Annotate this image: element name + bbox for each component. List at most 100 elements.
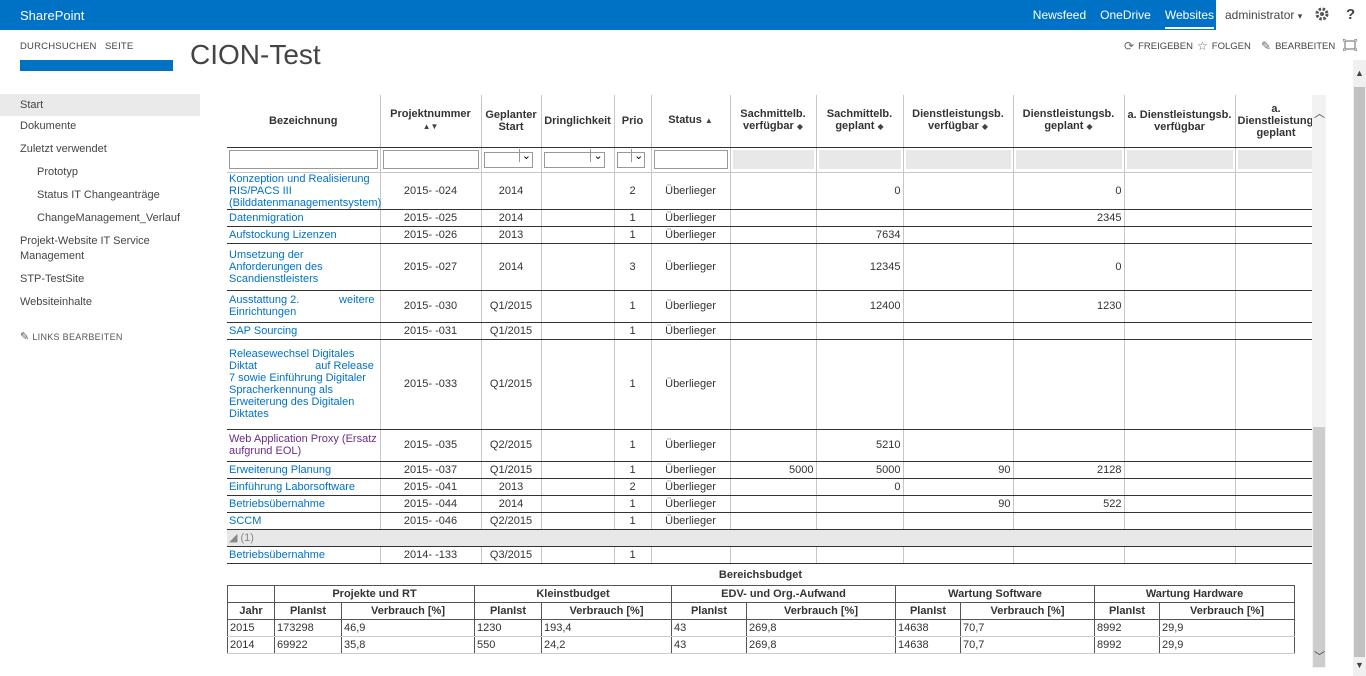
cell-dv	[903, 243, 1014, 291]
nav-item-dokumente[interactable]: Dokumente	[0, 119, 200, 134]
empty-cell	[541, 512, 615, 530]
item-title-link[interactable]: Betriebsübernahme	[229, 498, 325, 510]
item-title-link[interactable]: Betriebsübernahme	[229, 549, 325, 561]
empty-cell	[541, 461, 615, 479]
focus-content-icon[interactable]	[1343, 39, 1357, 51]
item-title-link[interactable]: Aufstockung Lizenzen	[229, 229, 337, 241]
item-title-link[interactable]: Releasewechsel Digitales Diktat auf Rele…	[229, 348, 377, 420]
nav-item-stp-testsite[interactable]: STP-TestSite	[0, 272, 200, 287]
help-icon[interactable]: ?	[1346, 6, 1355, 23]
item-title-link[interactable]: SCCM	[229, 515, 261, 527]
site-logo[interactable]	[20, 60, 173, 71]
page-scrollbar[interactable]: ▲ ▼	[1353, 60, 1366, 676]
nav-item-start[interactable]: Start	[0, 94, 200, 116]
filter-select[interactable]	[483, 148, 533, 168]
empty-cell	[1013, 546, 1125, 564]
table-row: Konzeption und Realisierung RIS/PACS III…	[227, 172, 1312, 210]
cell-start: 2014	[481, 495, 542, 513]
budget-year: 2015	[227, 619, 275, 637]
chevron-down-icon[interactable]: ﹀	[1314, 648, 1325, 664]
col-header[interactable]: a. Dienstleistungsb. geplant	[1235, 95, 1312, 148]
cell-nr: 2014- -133	[380, 546, 482, 564]
site-title[interactable]: CION-Test	[190, 44, 321, 72]
list-scrollbar[interactable]: ︿ ﹀	[1312, 95, 1326, 668]
budget-planist-header: PlanIst	[274, 602, 342, 620]
filter-select[interactable]	[616, 148, 646, 168]
gear-icon[interactable]	[1314, 6, 1332, 24]
edit-button[interactable]: ✎ BEARBEITEN	[1261, 39, 1335, 53]
item-title-link[interactable]: Umsetzung der Anforderungen des Scandien…	[229, 249, 326, 285]
tab-page[interactable]: SEITE	[105, 41, 133, 52]
websites-link[interactable]: Websites	[1164, 8, 1214, 29]
cell-dg	[1013, 226, 1125, 244]
follow-button[interactable]: ☆ FOLGEN	[1197, 39, 1251, 53]
col-header[interactable]: Dringlichkeit	[541, 95, 615, 148]
filter-input[interactable]	[229, 150, 378, 169]
table-row: Betriebsübernahme 2015- -044 2014 1 Überlieg…	[227, 495, 1312, 513]
empty-cell	[1124, 243, 1236, 291]
cell-sv: 5000	[730, 461, 817, 479]
nav-item-prototyp[interactable]: Prototyp	[0, 165, 200, 180]
cell-start: Q1/2015	[481, 322, 542, 340]
budget-planist-header: PlanIst	[474, 602, 542, 620]
filter-input[interactable]	[382, 150, 479, 169]
item-title-link[interactable]: Konzeption und Realisierung RIS/PACS III…	[229, 173, 381, 209]
quick-launch: Start Dokumente Zuletzt verwendet Protot…	[0, 94, 200, 345]
nav-item-changemanagement[interactable]: ChangeManagement_Verlauf	[0, 211, 200, 226]
chevron-up-icon[interactable]: ▲	[1355, 68, 1364, 78]
cell-dv	[903, 478, 1014, 496]
group-toggle[interactable]: ◢ (1)	[227, 529, 1312, 547]
scrollbar-thumb[interactable]	[1354, 87, 1365, 657]
group-header-row[interactable]: ◢ (1)	[227, 529, 1312, 547]
nav-item-projekt-website[interactable]: Projekt-Website IT Service Management	[0, 234, 170, 264]
cell-prio: 1	[614, 512, 652, 530]
empty-cell	[541, 478, 615, 496]
cell-sg	[816, 339, 904, 430]
budget-cell: 193,4	[541, 619, 672, 637]
col-header[interactable]: Sachmittelb. geplant ◆	[816, 95, 904, 148]
nav-item-status-it[interactable]: Status IT Changeanträge	[0, 188, 200, 203]
cell-nr: 2015- -041	[380, 478, 482, 496]
filter-select[interactable]	[543, 148, 605, 168]
cell-sv	[730, 512, 817, 530]
cell-dg	[1013, 512, 1125, 530]
chevron-up-icon[interactable]: ︿	[1314, 105, 1325, 121]
col-header[interactable]: Status ▲	[651, 95, 731, 148]
cell-status: Überlieger	[651, 290, 731, 323]
item-title-link[interactable]: Erweiterung Planung	[229, 464, 331, 476]
tab-browse[interactable]: DURCHSUCHEN	[20, 41, 97, 52]
col-header[interactable]: a. Dienstleistungsb. verfügbar	[1124, 95, 1236, 148]
sharepoint-brand[interactable]: SharePoint	[20, 8, 84, 23]
col-header[interactable]: Bezeichnung	[227, 95, 381, 148]
nav-item-websiteinhalte[interactable]: Websiteinhalte	[0, 295, 200, 310]
item-title-link[interactable]: Einführung Laborsoftware	[229, 481, 355, 493]
filter-disabled	[1015, 150, 1122, 169]
edit-links-button[interactable]: ✎ LINKS BEARBEITEN	[0, 330, 200, 345]
newsfeed-link[interactable]: Newsfeed	[1033, 8, 1086, 29]
item-title-link[interactable]: SAP Sourcing	[229, 325, 297, 337]
col-header[interactable]: Geplanter Start	[481, 95, 542, 148]
item-title-link[interactable]: Ausstattung 2. weitere Einrichtungen	[229, 294, 378, 318]
cell-start: Q2/2015	[481, 512, 542, 530]
project-list-table: Bezeichnung Projektnummer ▲▼ Geplanter S…	[227, 95, 1312, 564]
col-header[interactable]: Projektnummer ▲▼	[380, 95, 482, 148]
filter-disabled	[732, 150, 814, 169]
budget-usage-header: Verbrauch [%]	[745, 602, 897, 620]
header-row: Bezeichnung Projektnummer ▲▼ Geplanter S…	[227, 95, 1312, 148]
empty-cell	[1124, 461, 1236, 479]
onedrive-link[interactable]: OneDrive	[1100, 8, 1151, 29]
col-header[interactable]: Dienstleistungsb. verfügbar ◆	[903, 95, 1014, 148]
budget-planist-header: PlanIst	[671, 602, 747, 620]
item-title-link[interactable]: Datenmigration	[229, 212, 304, 224]
budget-cell: 173298	[274, 619, 342, 637]
col-header[interactable]: Sachmittelb. verfügbar ◆	[730, 95, 817, 148]
share-button[interactable]: ⟳ FREIGEBEN	[1124, 39, 1193, 53]
user-menu[interactable]: administrator ▾	[1216, 0, 1310, 30]
col-header[interactable]: Dienstleistungsb. geplant ◆	[1013, 95, 1125, 148]
chevron-down-icon[interactable]: ▼	[1355, 660, 1364, 670]
cell-sv	[730, 290, 817, 323]
filter-input[interactable]	[653, 150, 728, 169]
col-header[interactable]: Prio	[614, 95, 652, 148]
scrollbar-thumb[interactable]	[1313, 427, 1325, 667]
nav-item-recent[interactable]: Zuletzt verwendet	[0, 142, 200, 157]
